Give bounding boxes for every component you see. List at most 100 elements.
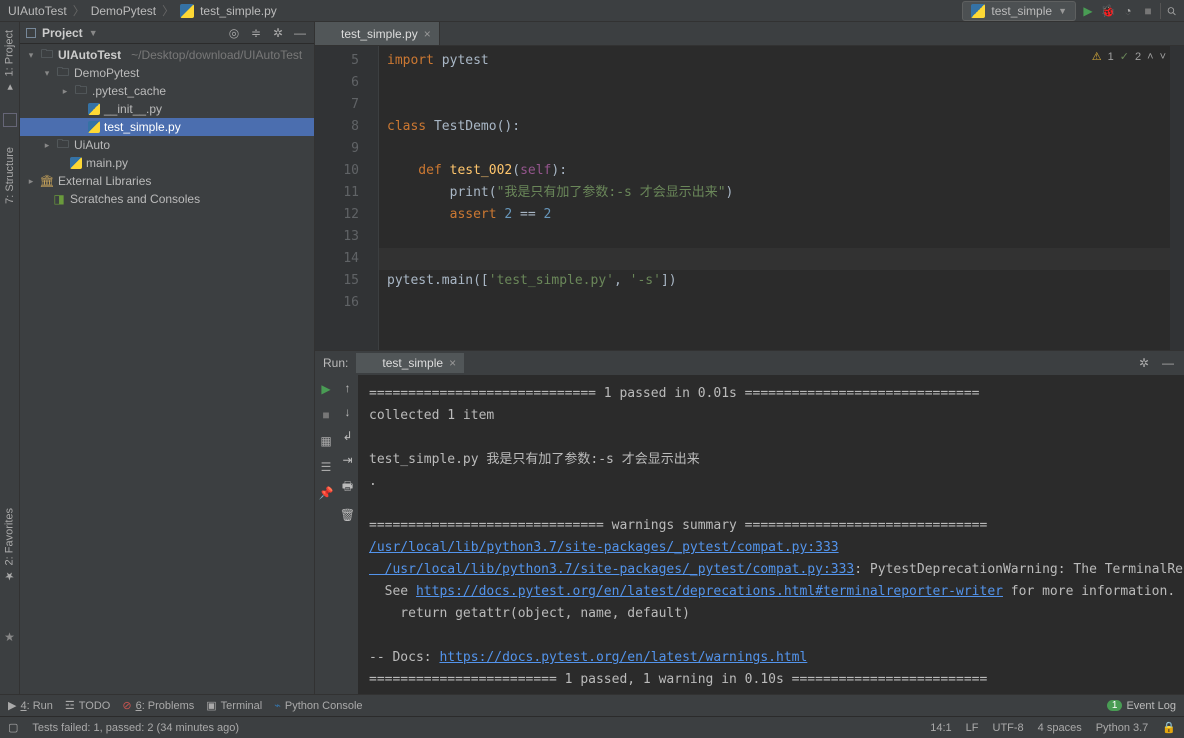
folder-icon: 🗀: [56, 66, 70, 80]
tree-file-init[interactable]: __init__.py: [20, 100, 314, 118]
run-console-toolbar: ↑ ↓ ↲ ⇥ 🖶 🗑: [337, 375, 359, 694]
console-line: collected 1 item: [369, 408, 494, 423]
dropdown-arrow-icon[interactable]: ▼: [89, 28, 98, 38]
folder-icon: 🗀: [74, 84, 88, 98]
print-button[interactable]: 🖶: [342, 477, 353, 498]
pin-button[interactable]: 📌: [318, 485, 334, 501]
hide-panel-icon[interactable]: —: [292, 25, 308, 41]
scratches-icon: ◨: [52, 192, 66, 206]
run-button[interactable]: ▶: [1080, 3, 1096, 19]
run-config-label: test_simple: [991, 4, 1052, 18]
indent-info[interactable]: 4 spaces: [1038, 722, 1082, 734]
event-log-button[interactable]: 1Event Log: [1107, 700, 1176, 712]
stop-button[interactable]: ■: [1140, 3, 1156, 19]
crumb-project[interactable]: UIAutoTest: [8, 4, 67, 18]
stop-button[interactable]: ■: [318, 407, 334, 423]
crumb-folder[interactable]: DemoPytest: [91, 4, 156, 18]
run-side-toolbar: ▶ ■ ▦ ☰ 📌: [315, 375, 337, 694]
settings-icon[interactable]: ✲: [1136, 355, 1152, 371]
project-panel: Project ▼ ◎ ≑ ✲ — ▾ 🗀 UIAutoTest ~/Deskt…: [20, 22, 315, 694]
project-view-icon[interactable]: [26, 28, 36, 38]
tree-root-path: ~/Desktop/download/UIAutoTest: [131, 48, 302, 62]
libraries-icon: 🏛: [40, 174, 54, 188]
editor-area: test_simple.py × 5678910111213141516 imp…: [315, 22, 1184, 694]
run-tooltab[interactable]: ▶44: Run: Run: [8, 699, 53, 712]
tree-root-label: UIAutoTest: [58, 48, 121, 62]
tree-file-test-simple[interactable]: test_simple.py: [20, 118, 314, 136]
debug-button[interactable]: 🐞: [1100, 3, 1116, 19]
console-line: return getattr(object, name, default): [369, 606, 690, 621]
line-separator[interactable]: LF: [966, 722, 979, 734]
hide-panel-icon[interactable]: —: [1160, 355, 1176, 371]
star-icon[interactable]: ★: [4, 630, 15, 644]
console-line: test_simple.py 我是只有加了参数:-s 才会显示出来: [369, 452, 700, 467]
console-link[interactable]: https://docs.pytest.org/en/latest/warnin…: [439, 650, 807, 665]
caret-position[interactable]: 14:1: [930, 722, 951, 734]
run-coverage-button[interactable]: ◔: [1120, 3, 1136, 19]
tree-file-main[interactable]: main.py: [20, 154, 314, 172]
project-tool-tab[interactable]: ▸1: Project: [3, 30, 16, 93]
layout-settings-button[interactable]: ☰: [318, 459, 334, 475]
tree-folder-uiauto[interactable]: ▸🗀UiAuto: [20, 136, 314, 154]
search-button[interactable]: [1160, 3, 1176, 19]
breadcrumb-bar: UIAutoTest 〉 DemoPytest 〉 test_simple.py…: [0, 0, 1184, 22]
console-output[interactable]: ============================= 1 passed i…: [359, 375, 1184, 694]
problems-tooltab[interactable]: ⊘6: Problems: [122, 699, 194, 712]
file-encoding[interactable]: UTF-8: [993, 722, 1024, 734]
run-tool-window: Run: test_simple × ✲ — ▶ ■ ▦ ☰ 📌: [315, 350, 1184, 694]
terminal-tooltab[interactable]: ▣Terminal: [206, 699, 262, 712]
tree-scratches[interactable]: ◨Scratches and Consoles: [20, 190, 314, 208]
console-link[interactable]: /usr/local/lib/python3.7/site-packages/_…: [369, 540, 839, 555]
clear-button[interactable]: 🗑: [340, 508, 355, 522]
python-file-icon: [88, 121, 100, 133]
down-stack-button[interactable]: ↓: [345, 405, 351, 419]
select-opened-file-icon[interactable]: ◎: [226, 25, 242, 41]
editor-tab-label: test_simple.py: [341, 27, 418, 41]
dropdown-arrow-icon: ▼: [1058, 6, 1067, 16]
rerun-button[interactable]: ▶: [318, 381, 334, 397]
tree-folder-pytest-cache[interactable]: ▸🗀.pytest_cache: [20, 82, 314, 100]
status-bar: ▢ Tests failed: 1, passed: 2 (34 minutes…: [0, 716, 1184, 738]
lock-icon[interactable]: 🔒: [1162, 721, 1176, 734]
python-file-icon: [971, 4, 985, 18]
tree-external-libraries[interactable]: ▸🏛External Libraries: [20, 172, 314, 190]
settings-icon[interactable]: ✲: [270, 25, 286, 41]
layout-button[interactable]: ▦: [318, 433, 334, 449]
console-link[interactable]: /usr/local/lib/python3.7/site-packages/_…: [369, 562, 854, 577]
structure-tool-tab[interactable]: 7: Structure: [4, 147, 16, 204]
todo-tooltab[interactable]: ☲TODO: [65, 699, 110, 712]
run-label: Run:: [323, 356, 348, 370]
tree-folder-demopytest[interactable]: ▾🗀DemoPytest: [20, 64, 314, 82]
chevron-right-icon: 〉: [73, 2, 85, 19]
python-file-icon: [88, 103, 100, 115]
console-line: ============================== warnings …: [369, 518, 987, 533]
event-badge: 1: [1107, 700, 1123, 711]
python-file-icon: [70, 157, 82, 169]
editor-tab[interactable]: test_simple.py ×: [315, 22, 440, 45]
console-link[interactable]: https://docs.pytest.org/en/latest/deprec…: [416, 584, 1003, 599]
code-editor[interactable]: import pytest class TestDemo(): def test…: [379, 46, 1184, 350]
run-tab[interactable]: test_simple ×: [356, 353, 464, 373]
editor-tabs: test_simple.py ×: [315, 22, 1184, 46]
window-icon[interactable]: ▢: [8, 721, 18, 734]
python-file-icon: [323, 28, 335, 40]
run-config-select[interactable]: test_simple ▼: [962, 1, 1076, 21]
console-line: ============================= 1 passed i…: [369, 386, 979, 401]
console-line: .: [369, 474, 377, 489]
folder-icon: 🗀: [40, 48, 54, 62]
up-stack-button[interactable]: ↑: [345, 381, 351, 395]
project-tree[interactable]: ▾ 🗀 UIAutoTest ~/Desktop/download/UIAuto…: [20, 44, 314, 694]
python-console-tooltab[interactable]: ⌁Python Console: [274, 699, 362, 712]
interpreter-info[interactable]: Python 3.7: [1096, 722, 1149, 734]
soft-wrap-button[interactable]: ↲: [342, 429, 352, 443]
close-tab-button[interactable]: ×: [449, 356, 456, 370]
status-tests: Tests failed: 1, passed: 2 (34 minutes a…: [32, 722, 239, 734]
scroll-end-button[interactable]: ⇥: [342, 453, 352, 467]
project-panel-title[interactable]: Project: [42, 26, 83, 40]
console-line: ======================== 1 passed, 1 war…: [369, 672, 987, 687]
crumb-file[interactable]: test_simple.py: [200, 4, 277, 18]
favorites-tool-tab[interactable]: ★2: Favorites: [3, 508, 16, 582]
collapse-all-icon[interactable]: ≑: [248, 25, 264, 41]
close-tab-button[interactable]: ×: [424, 27, 431, 41]
tree-root[interactable]: ▾ 🗀 UIAutoTest ~/Desktop/download/UIAuto…: [20, 46, 314, 64]
